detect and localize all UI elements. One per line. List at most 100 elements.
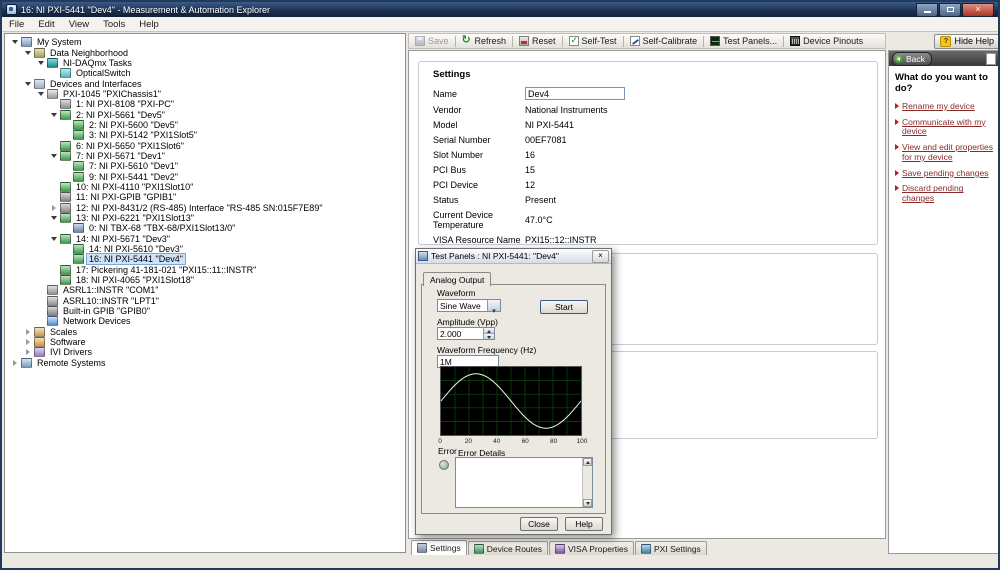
tab-analog-output[interactable]: Analog Output (423, 272, 492, 286)
tree-item[interactable]: Built-in GPIB "GPIB0" (5, 306, 405, 317)
tree-expander-icon[interactable] (49, 110, 59, 120)
amplitude-stepper[interactable] (483, 328, 494, 339)
tree-item[interactable]: 14: NI PXI-5671 "Dev3" (5, 233, 405, 244)
tree-expander-icon[interactable] (23, 347, 33, 357)
close-button[interactable]: × (962, 2, 994, 17)
tree-expander-icon[interactable] (62, 120, 72, 130)
tree-expander-icon[interactable] (49, 213, 59, 223)
tree-item[interactable]: Data Neighborhood (5, 47, 405, 58)
tree-expander-icon[interactable] (62, 223, 72, 233)
tree-item[interactable]: ASRL1::INSTR "COM1" (5, 285, 405, 296)
dialog-close-action-button[interactable]: Close (520, 517, 558, 531)
tree-item[interactable]: 16: NI PXI-5441 "Dev4" (5, 253, 405, 266)
tree-expander-icon[interactable] (62, 161, 72, 171)
tree-item[interactable]: My System (5, 37, 405, 48)
amplitude-input[interactable]: 2.000 (438, 328, 483, 339)
bottom-tab-visa-properties[interactable]: VISA Properties (549, 541, 635, 555)
tree-expander-icon[interactable] (36, 296, 46, 306)
refresh-button[interactable]: Refresh (458, 35, 511, 47)
tree-expander-icon[interactable] (23, 79, 33, 89)
test-panels-button[interactable]: Test Panels... (706, 35, 781, 47)
menu-item-tools[interactable]: Tools (96, 17, 132, 31)
stepper-down-icon[interactable] (484, 333, 494, 339)
tree-item[interactable]: 13: NI PXI-6221 "PXI1Slot13" (5, 213, 405, 224)
tree-expander-icon[interactable] (23, 337, 33, 347)
tree-expander-icon[interactable] (62, 130, 72, 140)
tree-expander-icon[interactable] (49, 275, 59, 285)
scroll-up-icon[interactable] (583, 458, 592, 466)
tree-item[interactable]: Scales (5, 326, 405, 337)
page-icon[interactable] (986, 52, 996, 65)
tree-expander-icon[interactable] (49, 234, 59, 244)
tree-item[interactable]: Remote Systems (5, 357, 405, 368)
tree-item[interactable]: 10: NI PXI-4110 "PXI1Slot10" (5, 181, 405, 192)
tree-item[interactable]: 0: NI TBX-68 "TBX-68/PXI1Slot13/0" (5, 223, 405, 234)
bottom-tab-device-routes[interactable]: Device Routes (467, 541, 548, 555)
scroll-down-icon[interactable] (583, 499, 592, 507)
hide-help-button[interactable]: Hide Help (934, 33, 998, 49)
tree-item[interactable]: 11: NI PXI-GPIB "GPIB1" (5, 192, 405, 203)
tree-item[interactable]: PXI-1045 "PXIChassis1" (5, 88, 405, 99)
tree-item[interactable]: 1: NI PXI-8108 "PXI-PC" (5, 99, 405, 110)
tree-item[interactable]: Software (5, 337, 405, 348)
dialog-help-button[interactable]: Help (565, 517, 603, 531)
tree-item[interactable]: 9: NI PXI-5441 "Dev2" (5, 171, 405, 182)
tree-item[interactable]: Network Devices (5, 316, 405, 327)
device-pinouts-button[interactable]: Device Pinouts (786, 35, 867, 47)
tree-item[interactable]: 3: NI PXI-5142 "PXI1Slot5" (5, 130, 405, 141)
dropdown-arrow-icon[interactable] (487, 300, 500, 311)
reset-button[interactable]: Reset (515, 35, 560, 47)
help-link[interactable]: Rename my device (895, 101, 995, 112)
back-button[interactable]: Back (892, 51, 932, 66)
tree-item[interactable]: 18: NI PXI-4065 "PXI1Slot18" (5, 275, 405, 286)
start-button[interactable]: Start (540, 300, 588, 314)
bottom-tab-settings[interactable]: Settings (411, 540, 467, 555)
tree-item[interactable]: 14: NI PXI-5610 "Dev3" (5, 244, 405, 255)
tree-expander-icon[interactable] (49, 203, 59, 213)
tree-item[interactable]: 7: NI PXI-5671 "Dev1" (5, 150, 405, 161)
tree-item[interactable]: 6: NI PXI-5650 "PXI1Slot6" (5, 140, 405, 151)
menu-item-help[interactable]: Help (132, 17, 166, 31)
tree-item[interactable]: OpticalSwitch (5, 68, 405, 79)
tree-expander-icon[interactable] (10, 37, 20, 47)
tree-item[interactable]: NI-DAQmx Tasks (5, 57, 405, 68)
help-link[interactable]: Save pending changes (895, 168, 995, 179)
help-link[interactable]: Discard pending changes (895, 184, 995, 204)
tree-expander-icon[interactable] (36, 316, 46, 326)
tree-expander-icon[interactable] (49, 68, 59, 78)
tree-expander-icon[interactable] (49, 192, 59, 202)
tree-expander-icon[interactable] (49, 99, 59, 109)
tree-item[interactable]: 2: NI PXI-5600 "Dev5" (5, 119, 405, 130)
tree-item[interactable]: IVI Drivers (5, 347, 405, 358)
dialog-close-button[interactable]: × (592, 249, 609, 263)
tree-expander-icon[interactable] (36, 58, 46, 68)
tree-expander-icon[interactable] (10, 358, 20, 368)
tree-item[interactable]: 12: NI PXI-8431/2 (RS-485) Interface "RS… (5, 202, 405, 213)
help-link[interactable]: View and edit properties for my device (895, 142, 995, 163)
menu-item-view[interactable]: View (62, 17, 96, 31)
tree-item[interactable]: 2: NI PXI-5661 "Dev5" (5, 109, 405, 120)
bottom-tab-pxi-settings[interactable]: PXI Settings (635, 541, 707, 555)
waveform-dropdown[interactable]: Sine Wave (437, 299, 501, 312)
maximize-button[interactable] (939, 2, 961, 17)
tree-expander-icon[interactable] (49, 182, 59, 192)
tree-item[interactable]: ASRL10::INSTR "LPT1" (5, 295, 405, 306)
self-test-button[interactable]: Self-Test (565, 35, 621, 47)
help-link[interactable]: Communicate with my device (895, 117, 995, 138)
menu-item-edit[interactable]: Edit (31, 17, 61, 31)
save-button[interactable]: Save (411, 35, 453, 47)
error-details-textarea[interactable] (455, 457, 593, 508)
minimize-button[interactable] (916, 2, 938, 17)
tree-expander-icon[interactable] (23, 48, 33, 58)
tree-expander-icon[interactable] (49, 141, 59, 151)
tree-item[interactable]: 7: NI PXI-5610 "Dev1" (5, 161, 405, 172)
self-calibrate-button[interactable]: Self-Calibrate (626, 35, 702, 47)
device-tree[interactable]: My System Data Neighborhood NI-DAQmx Tas… (4, 33, 406, 553)
tree-item[interactable]: 17: Pickering 41-181-021 "PXI15::11::INS… (5, 264, 405, 275)
menu-item-file[interactable]: File (2, 17, 31, 31)
tree-expander-icon[interactable] (36, 89, 46, 99)
tree-item[interactable]: Devices and Interfaces (5, 78, 405, 89)
tree-expander-icon[interactable] (36, 306, 46, 316)
tree-expander-icon[interactable] (62, 244, 72, 254)
textarea-scrollbar[interactable] (582, 458, 592, 507)
